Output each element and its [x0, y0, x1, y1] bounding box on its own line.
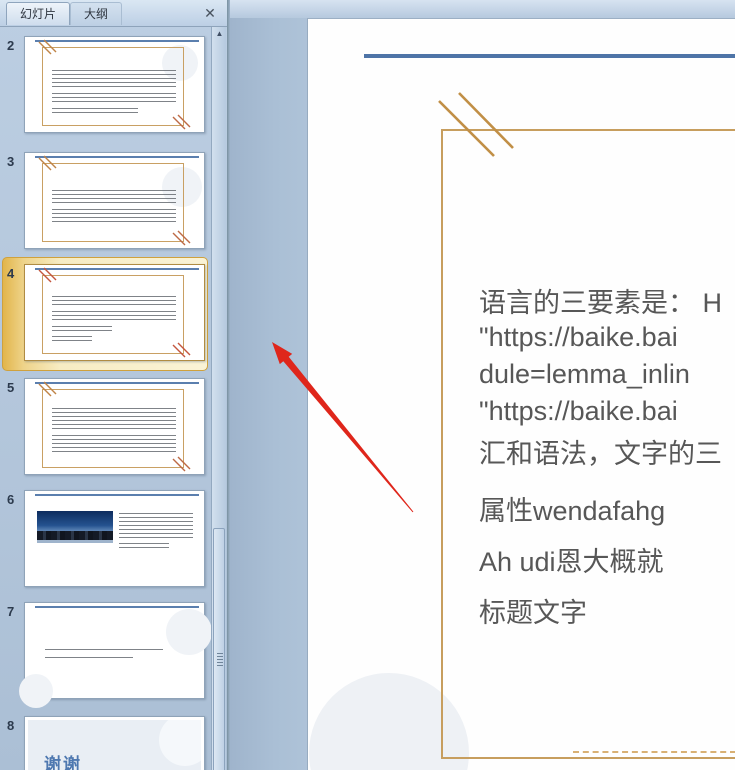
photo-buildings: [37, 531, 113, 540]
slide-text-line[interactable]: 语言的三要素是： H: [479, 281, 722, 320]
tab-slides[interactable]: 幻灯片: [6, 2, 70, 25]
slide-thumbnail-3[interactable]: [24, 152, 205, 249]
thumb-microtext: [52, 108, 138, 115]
slide-thumbnail-4[interactable]: [24, 264, 205, 361]
thumb-microtext: [52, 190, 176, 205]
slide-number: 2: [7, 38, 23, 53]
decor-circle: [166, 609, 212, 655]
corner-slash-icon: [169, 113, 189, 133]
thumb-microtext: [52, 435, 176, 454]
tab-outline[interactable]: 大纲: [70, 2, 122, 25]
thumb-border-frame: [42, 275, 184, 354]
thumb-border-frame: [42, 163, 184, 242]
thumb-photo: [37, 511, 113, 543]
slide-text-line[interactable]: 汇和语法，文字的三: [479, 432, 722, 471]
slides-panel: 幻灯片 大纲 ✕ 2 3: [0, 0, 228, 770]
thumb-microtext: [52, 311, 176, 322]
slide-thumbnail-7[interactable]: [24, 602, 205, 699]
slide-text-line[interactable]: "https://baike.bai: [479, 396, 678, 427]
decor-circle: [159, 720, 201, 766]
slide-text-line[interactable]: dule=lemma_inlin: [479, 359, 690, 390]
thumb-microtext: [52, 93, 176, 104]
thumb-title-rule: [35, 494, 199, 496]
corner-slash-icon: [37, 382, 57, 402]
thumb-microtext: [52, 70, 176, 89]
slide-number: 8: [7, 718, 23, 733]
thumb-microtext: [52, 296, 176, 307]
application-window: 幻灯片 大纲 ✕ 2 3: [0, 0, 735, 770]
slide-text-line[interactable]: "https://baike.bai: [479, 322, 678, 353]
corner-slash-icon: [169, 455, 189, 475]
decor-circle: [19, 674, 53, 708]
thumb-title-rule: [35, 382, 199, 384]
thumb-microtext: [119, 513, 193, 540]
thumb-border-frame: [42, 47, 184, 126]
thumb-microtext: [45, 649, 163, 652]
slide-thumbnail-8[interactable]: 谢谢: [24, 716, 205, 770]
thumb-microtext: [52, 209, 176, 224]
slide-canvas[interactable]: 语言的三要素是： H "https://baike.bai dule=lemma…: [307, 18, 735, 770]
thumb-title-text: 谢谢: [44, 750, 82, 770]
thumb-microtext: [52, 336, 92, 343]
thumb-microtext: [52, 326, 112, 333]
decor-dashed-line: [573, 751, 735, 753]
scroll-up-icon[interactable]: ▲: [212, 27, 227, 41]
corner-slash-icon: [37, 268, 57, 288]
slide-text-line[interactable]: Ah udi恩大概就: [479, 540, 664, 579]
slide-text-line[interactable]: 标题文字: [479, 591, 587, 630]
slide-title-rule: [364, 54, 735, 58]
slide-text-line[interactable]: 属性wendafahg: [479, 489, 665, 528]
slide-number: 4: [7, 266, 23, 281]
thumb-microtext: [52, 408, 176, 431]
slide-thumbnail-6[interactable]: [24, 490, 205, 587]
thumb-title-rule: [35, 606, 199, 608]
thumb-border-frame: [42, 389, 184, 468]
panel-scrollbar[interactable]: ▲: [211, 27, 226, 770]
slide-thumbnail-2[interactable]: [24, 36, 205, 133]
close-icon[interactable]: ✕: [200, 3, 220, 23]
editing-area-margin: [230, 0, 735, 18]
corner-slash-icon: [169, 341, 189, 361]
corner-slash-icon: [37, 40, 57, 60]
scrollbar-grip: [217, 653, 223, 666]
slide-editing-area: 语言的三要素是： H "https://baike.bai dule=lemma…: [230, 0, 735, 770]
thumb-title-rule: [35, 40, 199, 42]
thumb-title-rule: [35, 268, 199, 270]
scrollbar-thumb[interactable]: [213, 528, 225, 770]
slide-number: 7: [7, 604, 23, 619]
slide-number: 3: [7, 154, 23, 169]
thumb-title-rule: [35, 156, 199, 158]
slide-number: 6: [7, 492, 23, 507]
thumb-microtext: [45, 657, 133, 660]
slide-thumbnail-5[interactable]: [24, 378, 205, 475]
thumb-background: 谢谢: [28, 720, 201, 770]
panel-tab-bar: 幻灯片 大纲 ✕: [0, 0, 228, 27]
corner-slash-icon: [37, 156, 57, 176]
corner-slash-icon: [169, 229, 189, 249]
thumb-microtext: [119, 543, 169, 550]
slide-number: 5: [7, 380, 23, 395]
